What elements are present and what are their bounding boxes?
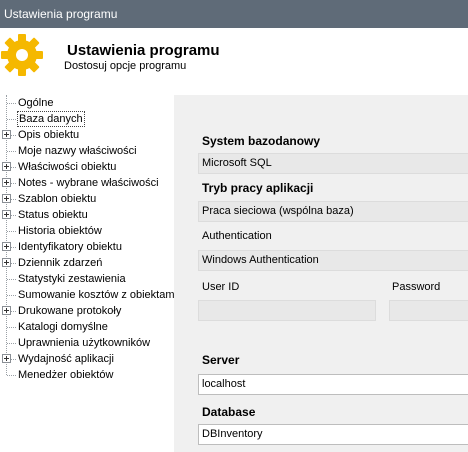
userid-label: User ID: [202, 281, 240, 293]
expand-plus-icon[interactable]: [2, 306, 11, 315]
tree-item[interactable]: Opis obiektu: [0, 127, 175, 143]
tree-item[interactable]: Właściwości obiektu: [0, 159, 175, 175]
window-title: Ustawienia programu: [4, 7, 118, 21]
tree-item[interactable]: Status obiektu: [0, 207, 175, 223]
database-input[interactable]: DBInventory: [198, 424, 468, 445]
expand-plus-icon[interactable]: [2, 194, 11, 203]
tree-item[interactable]: Historia obiektów: [0, 223, 175, 239]
password-field[interactable]: [389, 300, 468, 321]
tree-connector: [7, 279, 16, 280]
expand-plus-icon[interactable]: [2, 178, 11, 187]
tree-item-label: Uprawnienia użytkowników: [18, 337, 151, 349]
page-subtitle: Dostosuj opcje programu: [64, 60, 187, 72]
database-settings-panel: System bazodanowy Microsoft SQL Tryb pra…: [174, 95, 468, 452]
tree-item[interactable]: Identyfikatory obiektu: [0, 239, 175, 255]
expand-plus-icon[interactable]: [2, 130, 11, 139]
server-label: Server: [202, 353, 240, 367]
tree-connector: [7, 343, 16, 344]
expand-plus-icon[interactable]: [2, 354, 11, 363]
tree-item-label: Szablon obiektu: [18, 193, 97, 205]
tree-item-label: Statystyki zestawienia: [18, 273, 126, 285]
settings-header: Ustawienia programu Dostosuj opcje progr…: [0, 28, 468, 90]
mode-label: Tryb pracy aplikacji: [202, 181, 314, 195]
expand-plus-icon[interactable]: [2, 258, 11, 267]
tree-item-label: Właściwości obiektu: [18, 161, 117, 173]
system-select[interactable]: Microsoft SQL: [198, 153, 468, 174]
tree-item-label: Identyfikatory obiektu: [18, 241, 122, 253]
tree-item-label: Sumowanie kosztów z obiektami: [18, 289, 177, 301]
tree-item-label: Menedżer obiektów: [18, 369, 114, 381]
tree-item-label: Katalogi domyślne: [18, 321, 108, 333]
database-label: Database: [202, 405, 256, 419]
tree-item[interactable]: Baza danych: [0, 111, 175, 127]
tree-item-label: Historia obiektów: [18, 225, 102, 237]
system-label: System bazodanowy: [202, 134, 321, 148]
tree-connector: [7, 119, 16, 120]
tree-connector: [7, 375, 16, 376]
expand-plus-icon[interactable]: [2, 242, 11, 251]
tree-connector: [7, 327, 16, 328]
tree-item-label: Ogólne: [18, 97, 54, 109]
tree-item[interactable]: Moje nazwy właściwości: [0, 143, 175, 159]
tree-connector: [7, 151, 16, 152]
tree-item-label: Opis obiektu: [18, 129, 80, 141]
tree-item[interactable]: Katalogi domyślne: [0, 319, 175, 335]
tree-item-label: Wydajność aplikacji: [18, 353, 114, 365]
expand-plus-icon[interactable]: [2, 210, 11, 219]
tree-item-label: Drukowane protokoły: [18, 305, 122, 317]
tree-connector: [7, 103, 16, 104]
tree-item[interactable]: Szablon obiektu: [0, 191, 175, 207]
tree-item-label: Notes - wybrane właściwości: [18, 177, 159, 189]
tree-item-label: Moje nazwy właściwości: [18, 145, 137, 157]
expand-plus-icon[interactable]: [2, 162, 11, 171]
window-titlebar: Ustawienia programu: [0, 0, 468, 28]
tree-item[interactable]: Drukowane protokoły: [0, 303, 175, 319]
page-title: Ustawienia programu: [67, 42, 220, 59]
server-input[interactable]: localhost: [198, 374, 468, 395]
tree-item[interactable]: Sumowanie kosztów z obiektami: [0, 287, 177, 303]
password-label: Password: [392, 281, 441, 293]
tree-item-label: Status obiektu: [18, 209, 88, 221]
tree-item[interactable]: Ogólne: [0, 95, 175, 111]
userid-field[interactable]: [198, 300, 376, 321]
tree-item-label: Dziennik zdarzeń: [18, 257, 103, 269]
tree-item[interactable]: Menedżer obiektów: [0, 367, 175, 383]
tree-item-label: Baza danych: [17, 111, 85, 127]
tree-item[interactable]: Uprawnienia użytkowników: [0, 335, 175, 351]
auth-label: Authentication: [202, 230, 272, 242]
tree-item[interactable]: Wydajność aplikacji: [0, 351, 175, 367]
auth-select[interactable]: Windows Authentication: [198, 250, 468, 271]
tree-item[interactable]: Statystyki zestawienia: [0, 271, 175, 287]
tree-connector: [7, 295, 16, 296]
mode-select[interactable]: Praca sieciowa (wspólna baza): [198, 201, 468, 222]
tree-connector: [7, 231, 16, 232]
tree-item[interactable]: Notes - wybrane właściwości: [0, 175, 175, 191]
tree-item[interactable]: Dziennik zdarzeń: [0, 255, 175, 271]
settings-tree[interactable]: Ogólne Baza danych Opis obiektu Moje nazwy …: [0, 95, 177, 452]
gear-icon: [1, 34, 43, 76]
